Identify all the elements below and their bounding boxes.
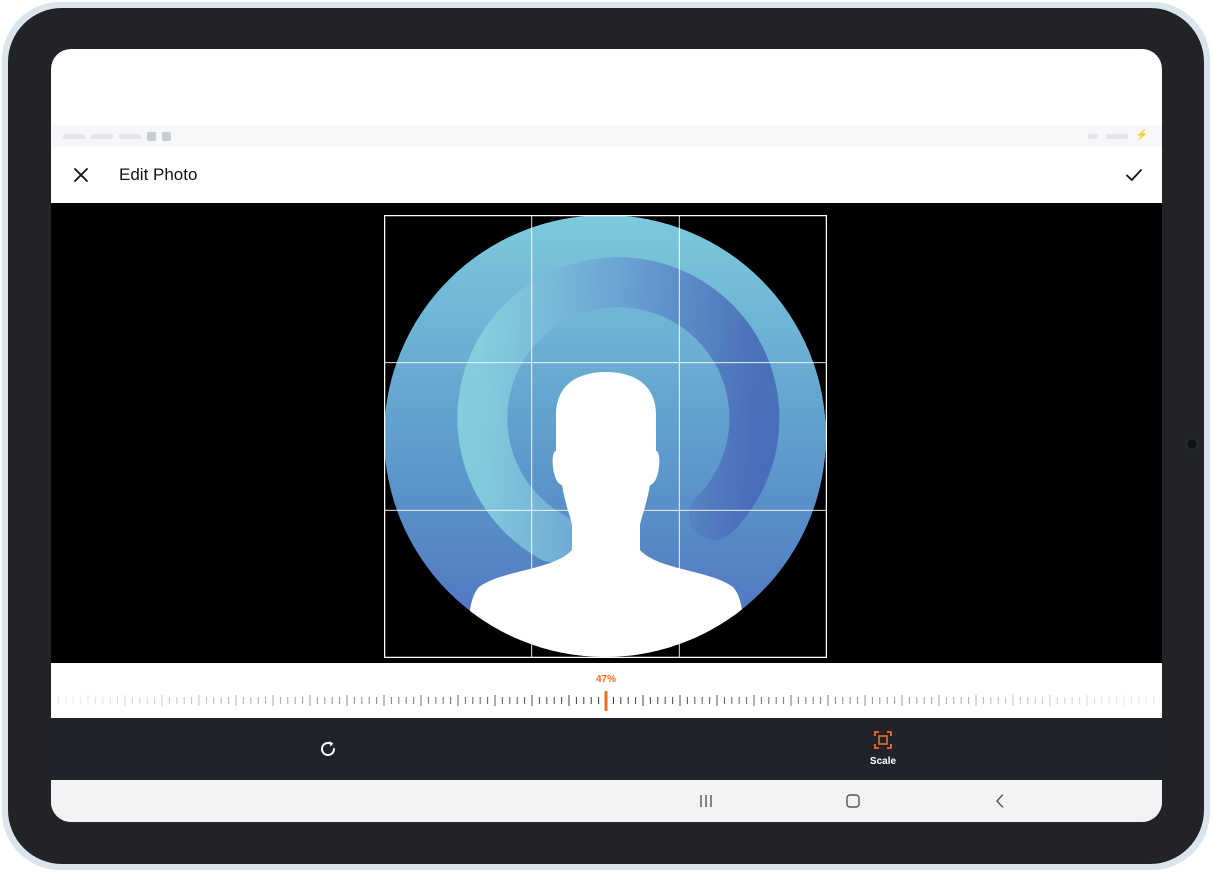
notification-icon — [147, 131, 156, 141]
rotate-icon — [321, 741, 335, 756]
photo-canvas[interactable] — [51, 203, 1162, 663]
home-icon — [846, 794, 860, 808]
front-camera — [1186, 438, 1198, 450]
charging-icon: ⚡ — [1135, 130, 1148, 141]
recent-apps-icon — [700, 795, 712, 807]
status-date-placeholder — [91, 133, 113, 139]
calendar-icon — [162, 131, 171, 141]
back-icon — [996, 794, 1004, 808]
status-bar-left — [63, 129, 171, 143]
zoom-indicator[interactable] — [604, 691, 608, 711]
app-header: Edit Photo — [51, 147, 1162, 203]
close-button[interactable] — [67, 161, 95, 189]
check-icon — [1126, 169, 1142, 181]
close-icon — [74, 168, 88, 182]
rotate-button[interactable] — [313, 734, 343, 764]
home-button[interactable] — [839, 788, 867, 814]
status-bar: ⚡ — [51, 125, 1162, 147]
page-title: Edit Photo — [119, 165, 198, 184]
zoom-value-label: 47% — [595, 674, 616, 685]
status-time-placeholder — [63, 133, 85, 139]
signal-icon — [1087, 133, 1098, 139]
zoom-ruler[interactable] — [51, 691, 1162, 715]
battery-level-placeholder — [1105, 133, 1128, 139]
edit-toolbar: Scale — [51, 718, 1162, 780]
recent-apps-button[interactable] — [692, 788, 720, 814]
scale-label: Scale — [869, 756, 897, 767]
zoom-slider[interactable]: 47% — [51, 663, 1162, 718]
photo-preview[interactable] — [384, 215, 827, 658]
app-screen: ⚡ Edit Photo 47% Scale — [51, 49, 1162, 822]
done-button[interactable] — [1120, 161, 1148, 189]
status-bar-right: ⚡ — [1087, 129, 1148, 143]
scale-button[interactable]: Scale — [857, 728, 909, 772]
back-button[interactable] — [986, 788, 1014, 814]
system-navigation-bar — [51, 780, 1162, 822]
scale-icon — [874, 731, 892, 749]
status-carrier-placeholder — [119, 133, 141, 139]
